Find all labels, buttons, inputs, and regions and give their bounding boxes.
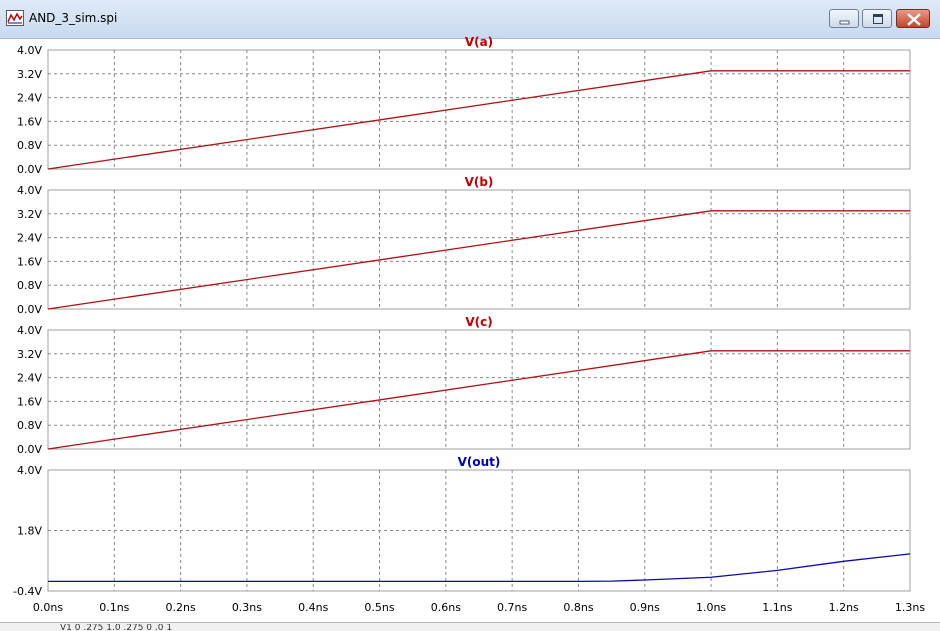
y-tick-label: 1.6V xyxy=(17,255,42,268)
y-tick-label: 0.8V xyxy=(17,139,42,152)
x-tick-label: 0.3ns xyxy=(232,601,262,614)
y-tick-label: 4.0V xyxy=(17,44,42,57)
y-tick-label: 4.0V xyxy=(17,324,42,337)
y-tick-label: 1.6V xyxy=(17,395,42,408)
y-tick-label: 0.0V xyxy=(17,303,42,316)
y-tick-label: 0.8V xyxy=(17,279,42,292)
trace-line[interactable] xyxy=(48,553,911,583)
y-tick-label: 3.2V xyxy=(17,348,42,361)
y-tick-label: 0.0V xyxy=(17,443,42,456)
waveform-plot-area[interactable]: 0.0V 0.8V 1.6V 2.4V 3.2V 4.0V V(a) 0.0V 0.8V 1.6V… xyxy=(0,0,940,630)
trace-title[interactable]: V(c) xyxy=(465,315,492,329)
y-tick-label: -0.4V xyxy=(13,585,42,598)
x-tick-label: 0.1ns xyxy=(99,601,129,614)
y-tick-label: 3.2V xyxy=(17,208,42,221)
x-tick-label: 0.4ns xyxy=(298,601,328,614)
trace-title[interactable]: V(b) xyxy=(465,175,494,189)
waveform-viewer-window: AND_3_sim.spi 0.0V 0.8V 1.6V 2.4V 3.2V 4.0V V(… xyxy=(0,0,940,631)
trace-line[interactable] xyxy=(47,210,910,310)
x-tick-label: 1.2ns xyxy=(829,601,859,614)
trace-line[interactable] xyxy=(47,70,910,170)
x-tick-label: 0.5ns xyxy=(364,601,394,614)
y-tick-label: 2.4V xyxy=(17,232,42,245)
y-tick-label: 2.4V xyxy=(17,372,42,385)
y-tick-label: 0.0V xyxy=(17,163,42,176)
x-tick-label: 0.6ns xyxy=(431,601,461,614)
y-tick-label: 4.0V xyxy=(17,464,42,477)
y-tick-label: 0.8V xyxy=(17,419,42,432)
y-tick-label: 1.6V xyxy=(17,115,42,128)
plot-pane-frame xyxy=(47,189,911,310)
x-tick-label: 0.7ns xyxy=(497,601,527,614)
trace-title[interactable]: V(a) xyxy=(465,35,493,49)
x-tick-label: 0.8ns xyxy=(563,601,593,614)
plot-pane-frame xyxy=(47,329,911,450)
y-tick-label: 3.2V xyxy=(17,68,42,81)
trace-line[interactable] xyxy=(47,350,910,450)
y-tick-label: 1.8V xyxy=(17,525,42,538)
x-tick-label: 1.0ns xyxy=(696,601,726,614)
plot-pane-frame xyxy=(47,49,911,170)
y-tick-label: 2.4V xyxy=(17,92,42,105)
x-tick-label: 1.1ns xyxy=(762,601,792,614)
trace-title[interactable]: V(out) xyxy=(458,455,501,469)
x-tick-label: 0.0ns xyxy=(33,601,63,614)
y-tick-label: 4.0V xyxy=(17,184,42,197)
x-tick-label: 0.9ns xyxy=(630,601,660,614)
x-tick-label: 1.3ns xyxy=(895,601,925,614)
x-tick-label: 0.2ns xyxy=(166,601,196,614)
